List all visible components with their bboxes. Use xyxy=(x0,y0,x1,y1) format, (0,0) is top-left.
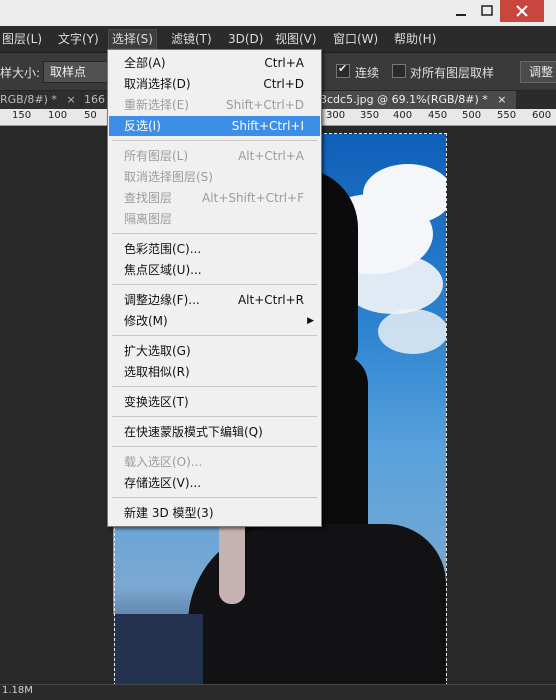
menu-item-label: 重新选择(E) xyxy=(124,98,189,112)
menu-item-label: 变换选区(T) xyxy=(124,395,189,409)
menu-item-all-layers[interactable]: 所有图层(L) Alt+Ctrl+A xyxy=(109,146,320,166)
ruler-label: 150 xyxy=(12,110,32,121)
menu-item-shortcut: Ctrl+A xyxy=(264,56,304,70)
menu-item-label: 反选(I) xyxy=(124,119,161,133)
tab-close-icon[interactable]: × xyxy=(497,93,506,106)
status-bar: 1.18M xyxy=(0,684,556,700)
menu-item-shortcut: Shift+Ctrl+I xyxy=(231,119,304,133)
menu-item-transform-selection[interactable]: 变换选区(T) xyxy=(109,392,320,412)
menu-item-isolate-layers[interactable]: 隔离图层 xyxy=(109,209,320,229)
tab-label: 166 xyxy=(84,93,105,106)
menu-item-focus-area[interactable]: 焦点区域(U)... xyxy=(109,260,320,280)
doc-size-status: 1.18M xyxy=(2,685,33,696)
menu-layer[interactable]: 图层(L) xyxy=(2,30,42,48)
ruler-label: 450 xyxy=(428,110,448,121)
menu-item-quick-mask[interactable]: 在快速蒙版模式下编辑(Q) xyxy=(109,422,320,442)
menu-item-label: 存储选区(V)... xyxy=(124,476,202,490)
menu-item-new-3d-model[interactable]: 新建 3D 模型(3) xyxy=(109,503,320,523)
menu-item-shortcut: Shift+Ctrl+D xyxy=(226,98,304,112)
menu-item-label: 修改(M) xyxy=(124,314,168,328)
menu-separator xyxy=(112,386,317,387)
menu-help[interactable]: 帮助(H) xyxy=(394,30,436,48)
ruler-label: 400 xyxy=(393,110,413,121)
contiguous-label: 连续 xyxy=(355,66,380,80)
menu-item-select-all[interactable]: 全部(A) Ctrl+A xyxy=(109,53,320,73)
menu-item-shortcut: Alt+Ctrl+A xyxy=(238,149,304,163)
tab-label: 3cdc5.jpg @ 69.1%(RGB/8#) * xyxy=(320,93,488,106)
menu-item-inverse[interactable]: 反选(I) Shift+Ctrl+I xyxy=(109,116,320,136)
menu-item-grow[interactable]: 扩大选取(G) xyxy=(109,341,320,361)
chevron-right-icon: ▶ xyxy=(307,316,314,326)
menu-item-shortcut: Alt+Ctrl+R xyxy=(237,293,304,307)
tab-document-2[interactable]: 166 xyxy=(84,91,108,109)
ruler-label: 500 xyxy=(462,110,482,121)
menu-item-deselect-layers[interactable]: 取消选择图层(S) xyxy=(109,167,320,187)
menu-filter[interactable]: 滤镜(T) xyxy=(171,30,212,48)
ruler-label: 600 xyxy=(532,110,552,121)
menu-item-modify[interactable]: 修改(M) ▶ xyxy=(109,311,320,331)
menu-item-label: 调整边缘(F)... xyxy=(124,293,200,307)
ruler-label: 550 xyxy=(497,110,517,121)
title-bar xyxy=(0,0,556,26)
menu-item-label: 新建 3D 模型(3) xyxy=(124,506,214,520)
menu-item-label: 扩大选取(G) xyxy=(124,344,191,358)
menu-item-reselect[interactable]: 重新选择(E) Shift+Ctrl+D xyxy=(109,95,320,115)
refine-edge-button[interactable]: 调整 xyxy=(520,61,556,83)
tab-label: RGB/8#) * xyxy=(0,93,57,106)
menu-separator xyxy=(112,140,317,141)
minimize-icon[interactable] xyxy=(448,0,474,22)
menu-item-label: 全部(A) xyxy=(124,56,166,70)
menu-separator xyxy=(112,233,317,234)
menu-select[interactable]: 选择(S) xyxy=(108,29,157,49)
menu-item-load-selection[interactable]: 载入选区(O)... xyxy=(109,452,320,472)
menu-3d[interactable]: 3D(D) xyxy=(228,30,263,48)
maximize-icon[interactable] xyxy=(474,0,500,22)
tab-close-icon[interactable]: × xyxy=(66,93,75,106)
menu-item-similar[interactable]: 选取相似(R) xyxy=(109,362,320,382)
menu-item-label: 载入选区(O)... xyxy=(124,455,203,469)
close-icon[interactable] xyxy=(500,0,544,22)
contiguous-checkbox[interactable] xyxy=(336,62,350,78)
menu-item-refine-edge[interactable]: 调整边缘(F)... Alt+Ctrl+R xyxy=(109,290,320,310)
menu-item-label: 焦点区域(U)... xyxy=(124,263,202,277)
ruler-label: 350 xyxy=(360,110,380,121)
tab-document-active[interactable]: 3cdc5.jpg @ 69.1%(RGB/8#) * × xyxy=(320,91,516,109)
menu-item-label: 在快速蒙版模式下编辑(Q) xyxy=(124,425,263,439)
ruler-label: 300 xyxy=(326,110,346,121)
menu-item-shortcut: Alt+Shift+Ctrl+F xyxy=(202,191,304,205)
menu-item-label: 隔离图层 xyxy=(124,212,173,226)
menu-type[interactable]: 文字(Y) xyxy=(58,30,99,48)
sample-size-label: 样大小: xyxy=(0,66,41,80)
sample-all-layers-checkbox[interactable] xyxy=(392,64,406,78)
menu-item-find-layers[interactable]: 查找图层 Alt+Shift+Ctrl+F xyxy=(109,188,320,208)
menu-separator xyxy=(112,335,317,336)
menu-item-deselect[interactable]: 取消选择(D) Ctrl+D xyxy=(109,74,320,94)
menu-item-color-range[interactable]: 色彩范围(C)... xyxy=(109,239,320,259)
menu-item-label: 所有图层(L) xyxy=(124,149,189,163)
ruler-label: 50 xyxy=(84,110,97,121)
menu-item-label: 查找图层 xyxy=(124,191,173,205)
menu-separator xyxy=(112,497,317,498)
menu-window[interactable]: 窗口(W) xyxy=(333,30,378,48)
sample-all-layers-label: 对所有图层取样 xyxy=(410,66,495,80)
menu-item-label: 取消选择图层(S) xyxy=(124,170,213,184)
menu-separator xyxy=(112,416,317,417)
menu-item-label: 色彩范围(C)... xyxy=(124,242,202,256)
tab-document-1[interactable]: RGB/8#) * × xyxy=(0,91,80,109)
menu-separator xyxy=(112,446,317,447)
select-menu-dropdown: 全部(A) Ctrl+A 取消选择(D) Ctrl+D 重新选择(E) Shif… xyxy=(107,49,322,527)
menu-item-shortcut: Ctrl+D xyxy=(263,77,304,91)
menu-item-save-selection[interactable]: 存储选区(V)... xyxy=(109,473,320,493)
ruler-label: 100 xyxy=(48,110,68,121)
menu-separator xyxy=(112,284,317,285)
menu-item-label: 取消选择(D) xyxy=(124,77,191,91)
menu-view[interactable]: 视图(V) xyxy=(275,30,317,48)
menu-item-label: 选取相似(R) xyxy=(124,365,190,379)
